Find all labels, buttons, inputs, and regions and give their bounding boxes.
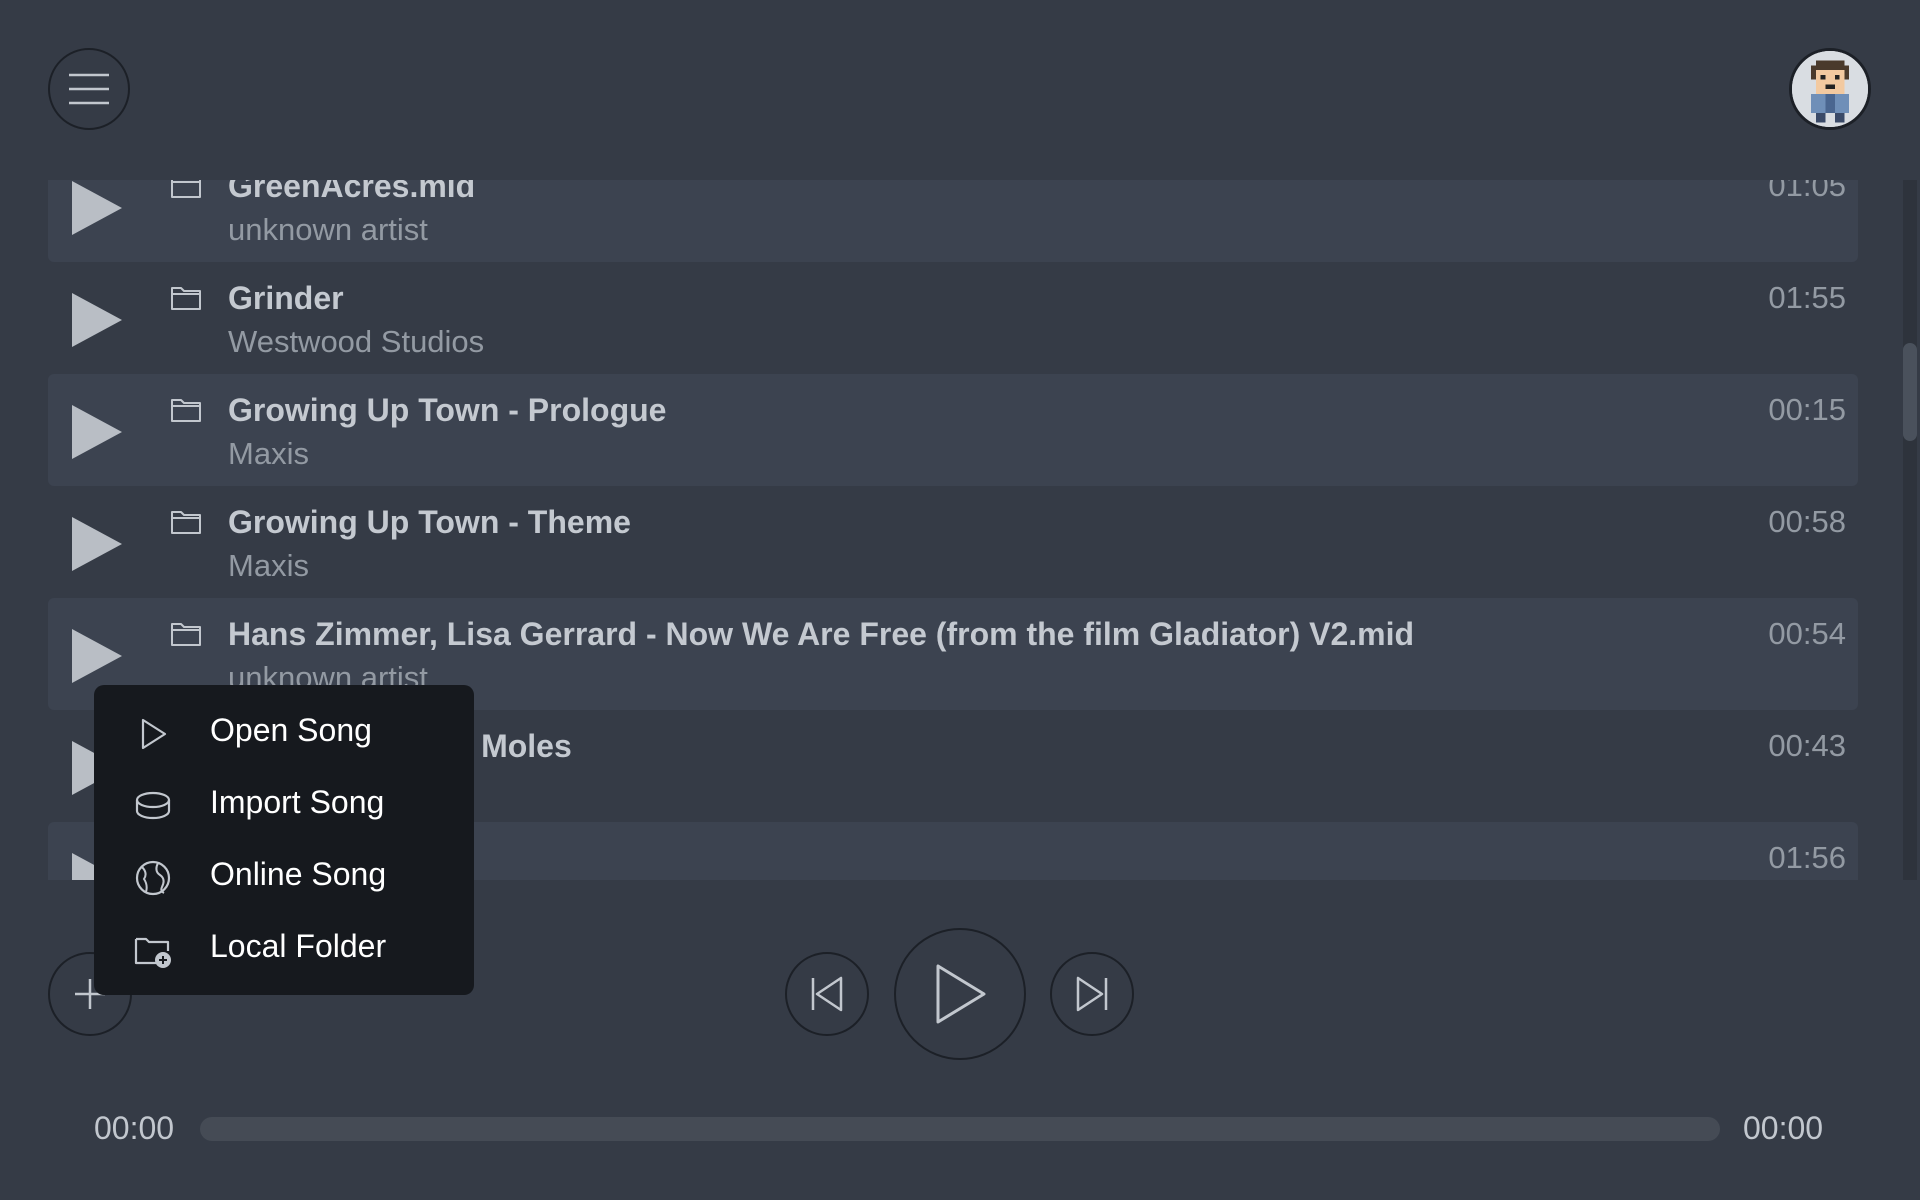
menu-button[interactable] [48,48,130,130]
play-pause-button[interactable] [894,928,1026,1060]
song-artist: Westwood Studios [228,324,485,359]
add-song-menu: Open Song Import Song Online Song Local … [94,685,474,995]
menu-item-import-song[interactable]: Import Song [94,769,474,841]
menu-item-label: Online Song [210,856,387,892]
progress-bar[interactable] [200,1117,1720,1141]
play-song-icon[interactable] [66,180,126,238]
song-row[interactable]: Grinder Westwood Studios 01:55 [48,262,1858,374]
menu-item-label: Open Song [210,712,372,748]
song-title: Growing Up Town - Theme [228,504,631,540]
song-title: Hans Zimmer, Lisa Gerrard - Now We Are F… [228,616,1415,652]
song-row[interactable]: Growing Up Town - Theme Maxis 00:58 [48,486,1858,598]
music-player-app: GreenAcres.mid unknown artist 01:05 Grinder… [0,0,1920,1200]
skip-next-icon [1076,976,1108,1012]
menu-item-label: Local Folder [210,928,387,964]
play-outline-icon [141,718,167,750]
skip-previous-icon [811,976,843,1012]
folder-icon[interactable] [170,284,202,312]
song-duration: 01:05 [1768,180,1846,203]
menu-item-open-song[interactable]: Open Song [94,697,474,769]
play-song-icon[interactable] [66,290,126,350]
globe-icon [135,860,171,896]
song-duration: 00:43 [1768,728,1846,763]
next-track-button[interactable] [1050,952,1134,1036]
play-icon [936,964,986,1024]
menu-item-label: Import Song [210,784,385,820]
play-song-icon[interactable] [66,402,126,462]
song-duration: 00:54 [1768,616,1846,651]
elapsed-time: 00:00 [94,1110,175,1146]
song-title: GreenAcres.mid [228,180,476,204]
folder-icon[interactable] [170,508,202,536]
user-avatar[interactable] [1789,48,1871,130]
song-title: Grinder [228,280,344,316]
folder-icon[interactable] [170,396,202,424]
folder-icon[interactable] [170,180,202,200]
song-artist: Maxis [228,548,309,583]
song-duration: 01:55 [1768,280,1846,315]
song-row[interactable]: Growing Up Town - Prologue Maxis 00:15 [48,374,1858,486]
song-artist: unknown artist [228,212,428,247]
menu-item-local-folder[interactable]: Local Folder [94,913,474,985]
song-title: Growing Up Town - Prologue [228,392,667,428]
menu-item-online-song[interactable]: Online Song [94,841,474,913]
song-artist: Maxis [228,436,309,471]
song-duration: 00:15 [1768,392,1846,427]
folder-icon[interactable] [170,620,202,648]
previous-track-button[interactable] [785,952,869,1036]
scrollbar-thumb[interactable] [1903,343,1917,441]
song-duration: 00:58 [1768,504,1846,539]
disc-icon [135,791,171,820]
play-song-icon[interactable] [66,514,126,574]
song-row[interactable]: GreenAcres.mid unknown artist 01:05 [48,180,1858,262]
song-duration: 01:56 [1768,840,1846,875]
scrollbar-track[interactable] [1903,180,1917,880]
play-song-icon[interactable] [66,626,126,686]
hamburger-menu-icon [69,73,109,105]
total-time: 00:00 [1743,1110,1824,1146]
pixel-avatar-icon [1792,51,1868,127]
folder-add-icon [134,937,171,968]
